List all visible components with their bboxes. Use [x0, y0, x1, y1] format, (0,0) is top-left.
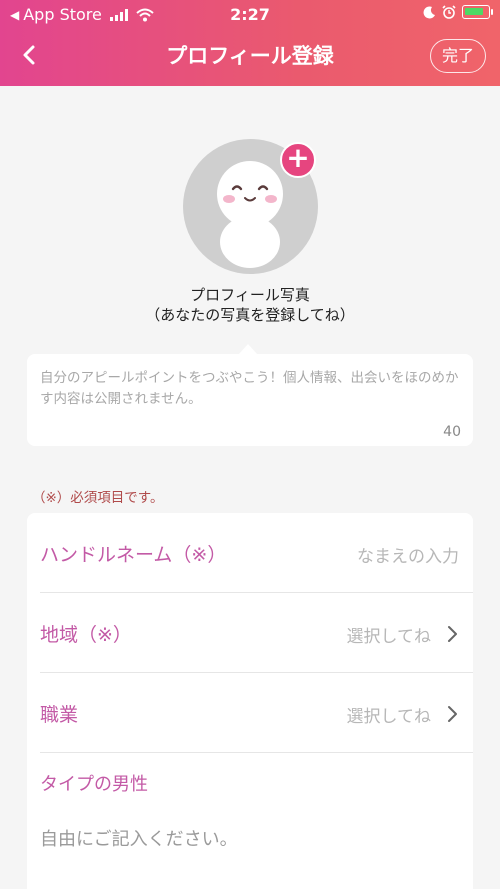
bio-placeholder: 自分のアピールポイントをつぶやこう！個人情報、出会いをほのめかす内容は公開されま…: [40, 370, 459, 407]
battery-icon: [462, 5, 493, 19]
battery-level: [465, 8, 483, 15]
photo-caption-title: プロフィール写真: [190, 286, 310, 304]
status-right: [423, 5, 493, 19]
photo-caption: プロフィール写真 （あなたの写真を登録してね）: [0, 285, 500, 325]
region-row[interactable]: 地域（※） 選択してね: [27, 593, 473, 673]
region-select[interactable]: 選択してね: [347, 622, 432, 647]
moon-icon: [423, 5, 435, 18]
add-photo-plus-icon[interactable]: +: [280, 142, 316, 178]
alarm-icon: [442, 5, 456, 19]
preferred-type-label: タイプの男性: [40, 774, 148, 795]
status-bar: ◀ App Store 2:27: [0, 0, 500, 28]
occupation-row[interactable]: 職業 選択してね: [27, 673, 473, 753]
page-title: プロフィール登録: [166, 44, 334, 68]
header-bar: ◀ App Store 2:27 プロフィール登録 完了: [0, 0, 500, 86]
handle-name-input[interactable]: なまえの入力: [357, 542, 459, 567]
region-label: 地域（※）: [40, 624, 132, 646]
preferred-type-input[interactable]: 自由にご記入ください。: [40, 825, 238, 851]
bio-textarea[interactable]: 自分のアピールポイントをつぶやこう！個人情報、出会いをほのめかす内容は公開されま…: [27, 354, 473, 446]
photo-caption-hint: （あなたの写真を登録してね）: [145, 306, 355, 324]
occupation-label: 職業: [40, 704, 79, 726]
occupation-select[interactable]: 選択してね: [347, 702, 432, 727]
done-button[interactable]: 完了: [430, 39, 486, 73]
profile-form: ハンドルネーム（※） なまえの入力 地域（※） 選択してね 職業 選択してね タ…: [27, 513, 473, 889]
chevron-right-icon: [448, 706, 457, 722]
handle-name-label: ハンドルネーム（※）: [40, 544, 227, 566]
bio-pointer: [239, 344, 257, 354]
profile-photo-picker[interactable]: +: [183, 139, 318, 274]
handle-name-row[interactable]: ハンドルネーム（※） なまえの入力: [27, 513, 473, 593]
chevron-right-icon: [448, 626, 457, 642]
required-note: （※）必須項目です。: [32, 490, 164, 506]
bio-char-count: 40: [443, 424, 461, 440]
divider: [40, 752, 473, 753]
